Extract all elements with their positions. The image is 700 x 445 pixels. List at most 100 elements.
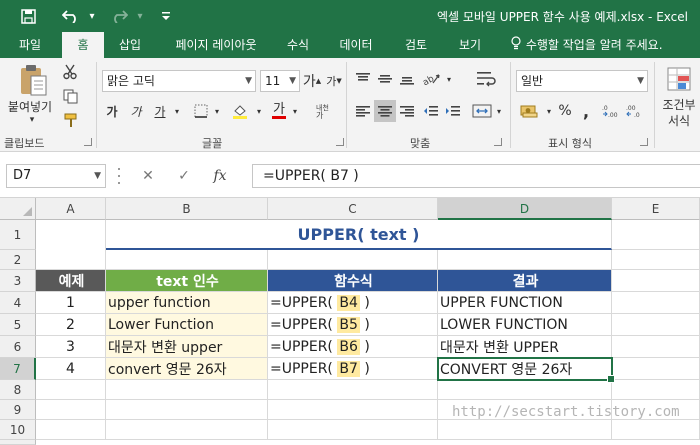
formula-cell[interactable]: =UPPER( B7 ) — [268, 358, 438, 380]
column-header-d[interactable]: D — [438, 198, 612, 220]
grid-cell[interactable] — [612, 336, 700, 358]
tab-insert[interactable]: 삽입 — [110, 32, 150, 58]
grid-cell[interactable] — [268, 400, 438, 420]
shrink-font-button[interactable]: 가 ▼ — [324, 70, 344, 92]
tab-formulas[interactable]: 수식 — [278, 32, 318, 58]
align-right-icon[interactable] — [396, 100, 418, 122]
alignment-launcher-icon[interactable] — [494, 138, 502, 146]
grid-cell[interactable] — [268, 380, 438, 400]
underline-button[interactable]: 가 — [150, 100, 170, 122]
grid-cell[interactable] — [106, 380, 268, 400]
comma-style-button[interactable]: , — [578, 100, 594, 122]
grid-cell[interactable] — [106, 420, 268, 440]
example-number-cell[interactable]: 1 — [36, 292, 106, 314]
wrap-text-icon[interactable] — [470, 66, 504, 92]
sheet-title[interactable]: UPPER( text ) — [106, 220, 612, 250]
font-size-combo[interactable]: 11 ▼ — [260, 70, 300, 92]
cancel-icon[interactable]: ✕ — [130, 168, 166, 184]
merge-dropdown[interactable]: ▾ — [494, 98, 504, 124]
example-number-cell[interactable]: 4 — [36, 358, 106, 380]
conditional-formatting-icon[interactable] — [664, 64, 694, 94]
example-number-cell[interactable]: 2 — [36, 314, 106, 336]
save-icon[interactable] — [14, 0, 42, 32]
grid-cell[interactable] — [612, 220, 700, 250]
header-cell-result[interactable]: 결과 — [438, 270, 612, 292]
column-header-a[interactable]: A — [36, 198, 106, 220]
resize-handle-icon[interactable] — [118, 168, 122, 184]
tab-page-layout[interactable]: 페이지 레이아웃 — [162, 32, 270, 58]
grow-font-button[interactable]: 가 ▲ — [302, 70, 322, 92]
grid-cell[interactable] — [36, 420, 106, 440]
formula-cell[interactable]: =UPPER( B6 ) — [268, 336, 438, 358]
result-cell[interactable]: LOWER FUNCTION — [438, 314, 612, 336]
grid-cell[interactable] — [612, 292, 700, 314]
undo-icon[interactable] — [56, 0, 86, 32]
column-header-b[interactable]: B — [106, 198, 268, 220]
grid-cell[interactable] — [438, 250, 612, 270]
grid-cell[interactable] — [612, 380, 700, 400]
grid-cell[interactable] — [106, 250, 268, 270]
conditional-formatting-label-1[interactable]: 조건부 — [658, 96, 700, 112]
grid-cell[interactable] — [36, 400, 106, 420]
redo-dropdown[interactable]: ▾ — [134, 0, 146, 32]
borders-dropdown[interactable]: ▾ — [212, 100, 222, 122]
row-header[interactable]: 3 — [0, 270, 36, 292]
grid-cell[interactable] — [438, 380, 612, 400]
grid-cell[interactable] — [612, 420, 700, 440]
tell-me-box[interactable]: 수행할 작업을 알려 주세요. — [510, 32, 663, 58]
result-cell[interactable]: 대문자 변환 UPPER — [438, 336, 612, 358]
decrease-indent-icon[interactable] — [420, 100, 442, 122]
tab-file[interactable]: 파일 — [10, 32, 50, 58]
bold-button[interactable]: 가 — [102, 100, 122, 122]
accounting-format-icon[interactable] — [516, 100, 544, 122]
grid-cell[interactable] — [612, 314, 700, 336]
customize-icon[interactable] — [156, 0, 176, 32]
clipboard-launcher-icon[interactable] — [84, 138, 92, 146]
grid-cell[interactable] — [36, 220, 106, 250]
align-middle-icon[interactable] — [374, 68, 396, 90]
row-header[interactable]: 11 — [0, 440, 36, 445]
number-launcher-icon[interactable] — [640, 138, 648, 146]
row-header[interactable]: 8 — [0, 380, 36, 400]
font-launcher-icon[interactable] — [336, 138, 344, 146]
column-header-e[interactable]: E — [612, 198, 700, 220]
text-arg-cell[interactable]: 대문자 변환 upper — [106, 336, 268, 358]
formula-cell[interactable]: =UPPER( B4 ) — [268, 292, 438, 314]
paste-button[interactable]: 붙여넣기 — [4, 98, 56, 114]
font-color-dropdown[interactable]: ▾ — [290, 100, 300, 122]
worksheet-grid[interactable]: A B C D E 1 2 3 4 5 6 7 8 9 10 11 UPPER(… — [0, 198, 700, 445]
orientation-icon[interactable]: ab — [420, 68, 444, 90]
header-cell-formula[interactable]: 함수식 — [268, 270, 438, 292]
column-header-c[interactable]: C — [268, 198, 438, 220]
copy-icon[interactable] — [60, 86, 80, 106]
fill-color-icon[interactable] — [228, 100, 252, 122]
grid-cell[interactable] — [612, 358, 700, 380]
undo-dropdown[interactable]: ▾ — [86, 0, 98, 32]
result-cell[interactable]: CONVERT 영문 26자 — [438, 358, 612, 380]
example-number-cell[interactable]: 3 — [36, 336, 106, 358]
text-arg-cell[interactable]: upper function — [106, 292, 268, 314]
number-format-combo[interactable]: 일반 ▼ — [516, 70, 648, 92]
grid-cell[interactable] — [268, 420, 438, 440]
font-name-combo[interactable]: 맑은 고딕 ▼ — [102, 70, 256, 92]
paste-dropdown[interactable]: ▾ — [24, 114, 40, 126]
conditional-formatting-label-2[interactable]: 서식 — [658, 112, 700, 128]
italic-button[interactable]: 가 — [126, 100, 146, 122]
header-cell-example[interactable]: 예제 — [36, 270, 106, 292]
grid-cell[interactable] — [268, 250, 438, 270]
increase-indent-icon[interactable] — [442, 100, 464, 122]
phonetic-guide-icon[interactable]: 내천 가 — [310, 98, 336, 124]
text-arg-cell[interactable]: Lower Function — [106, 314, 268, 336]
enter-icon[interactable]: ✓ — [166, 168, 202, 184]
insert-function-icon[interactable]: fx — [202, 168, 238, 184]
tab-home[interactable]: 홈 — [62, 32, 104, 59]
grid-cell[interactable] — [106, 400, 268, 420]
grid-cell[interactable] — [612, 250, 700, 270]
row-header[interactable]: 4 — [0, 292, 36, 314]
row-header[interactable]: 6 — [0, 336, 36, 358]
align-center-icon[interactable] — [374, 100, 396, 122]
tab-data[interactable]: 데이터 — [330, 32, 382, 58]
merge-center-icon[interactable] — [470, 98, 494, 124]
grid-cell[interactable] — [438, 420, 612, 440]
grid-cell[interactable] — [612, 270, 700, 292]
